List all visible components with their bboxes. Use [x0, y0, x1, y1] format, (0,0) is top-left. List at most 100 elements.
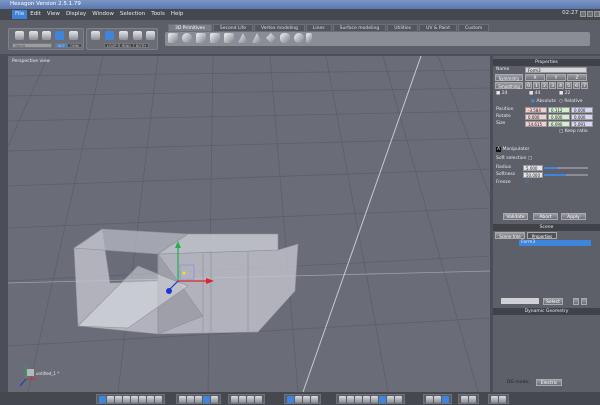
- smoothing-button[interactable]: Smoothing: [495, 82, 523, 89]
- symmetry-button[interactable]: Symmetry: [495, 74, 523, 81]
- soft-selection-checkbox[interactable]: Soft selection □: [496, 156, 532, 162]
- select-all-icon[interactable]: [146, 31, 155, 40]
- rotate-icon[interactable]: [303, 395, 310, 403]
- radius-slider[interactable]: [544, 167, 588, 169]
- universal-icon[interactable]: [311, 395, 318, 403]
- tag-icon[interactable]: [211, 395, 218, 403]
- geosphere-icon[interactable]: [294, 33, 304, 43]
- scene-search-input[interactable]: [501, 298, 539, 304]
- select-face-icon[interactable]: [119, 31, 128, 40]
- grid-plane-icon[interactable]: [210, 33, 220, 43]
- split-view-icon[interactable]: [115, 395, 122, 403]
- tab-vertex-modeling[interactable]: Vertex modeling: [254, 24, 305, 32]
- split-view-5-icon[interactable]: [147, 395, 154, 403]
- select-vertex-icon[interactable]: [91, 31, 100, 40]
- single-view-icon[interactable]: [99, 395, 106, 403]
- maximize-button[interactable]: [587, 11, 593, 17]
- tab-scene-tree[interactable]: Scene tree: [495, 232, 525, 239]
- perspective-viewport[interactable]: Perspective view untitled_1 *: [8, 56, 490, 392]
- size-x[interactable]: 14.615: [525, 121, 547, 127]
- universal-manipulator-icon[interactable]: [55, 31, 64, 40]
- smoothing-2[interactable]: 2: [541, 82, 548, 89]
- scene-option-2[interactable]: [581, 298, 587, 305]
- tab-surface-modeling[interactable]: Surface modeling: [332, 24, 387, 32]
- tube-icon[interactable]: [306, 33, 312, 43]
- position-y[interactable]: 0.112: [548, 107, 570, 113]
- dg-mode-dropdown[interactable]: Electric: [536, 379, 562, 386]
- softness-field[interactable]: 50.000: [523, 172, 543, 178]
- ambient-occlusion-icon[interactable]: [442, 395, 449, 403]
- tab-second-life[interactable]: Second Life: [212, 24, 254, 32]
- coord-dropdown[interactable]: World: [12, 43, 52, 48]
- shadow-icon[interactable]: [434, 395, 441, 403]
- close-button[interactable]: [594, 11, 600, 17]
- both-button[interactable]: BOTH: [133, 43, 149, 48]
- tab-lines[interactable]: Lines: [305, 24, 332, 32]
- menu-help[interactable]: Help: [168, 10, 187, 19]
- smoothing-1[interactable]: 1: [533, 82, 540, 89]
- radius-field[interactable]: 5.000: [523, 165, 543, 171]
- select-object-icon[interactable]: [133, 31, 142, 40]
- split-view-2-icon[interactable]: [123, 395, 130, 403]
- sphere-icon[interactable]: [182, 33, 192, 43]
- menu-file[interactable]: File: [12, 10, 28, 19]
- keep-ratio-checkbox[interactable]: □ Keep ratio: [559, 129, 588, 135]
- tab-3d-primitives[interactable]: 3D Primitives: [168, 24, 212, 32]
- rotate-y[interactable]: 0.000: [548, 114, 570, 120]
- ortho-icon[interactable]: [203, 395, 210, 403]
- tab-uv-paint[interactable]: UV & Paint: [419, 24, 458, 32]
- size-z[interactable]: 5.091: [571, 121, 593, 127]
- split-view-4-icon[interactable]: [139, 395, 146, 403]
- lock-icon[interactable]: [69, 31, 78, 40]
- render-icon[interactable]: [395, 395, 402, 403]
- split-view-6-icon[interactable]: [155, 395, 162, 403]
- freeze-checkbox[interactable]: ☑: [525, 180, 529, 186]
- shaded-wire-icon[interactable]: [371, 395, 378, 403]
- rotate-view-icon[interactable]: [239, 395, 246, 403]
- smoothing-6[interactable]: 6: [573, 82, 580, 89]
- screenshot-icon[interactable]: [499, 395, 506, 403]
- ring-button[interactable]: RING: [119, 43, 134, 48]
- minimize-button[interactable]: [580, 11, 586, 17]
- zoom-icon[interactable]: [247, 395, 254, 403]
- lasso-icon[interactable]: [29, 31, 38, 40]
- menu-window[interactable]: Window: [89, 10, 117, 19]
- position-x[interactable]: -3.584: [525, 107, 547, 113]
- texture-icon[interactable]: [469, 395, 476, 403]
- apply-button[interactable]: Apply: [561, 213, 586, 220]
- tab-scene-properties[interactable]: Properties: [527, 232, 557, 239]
- absolute-radio[interactable]: ● Absolute: [531, 99, 556, 105]
- scene-option-1[interactable]: [573, 298, 579, 305]
- loop-button[interactable]: LOOP: [104, 43, 120, 48]
- snap-icon[interactable]: [195, 395, 202, 403]
- move-icon[interactable]: [287, 395, 294, 403]
- scene-item-form3[interactable]: Form3: [519, 240, 591, 246]
- validate-button[interactable]: Validate: [503, 213, 528, 220]
- softness-slider[interactable]: [544, 174, 588, 176]
- flat-shading-icon[interactable]: [355, 395, 362, 403]
- smoothing-7[interactable]: 7: [581, 82, 588, 89]
- smooth-shading-icon[interactable]: [363, 395, 370, 403]
- smoothing-5[interactable]: 5: [565, 82, 572, 89]
- omni-button[interactable]: OMNI: [67, 43, 83, 48]
- xray-icon[interactable]: [379, 395, 386, 403]
- grid-icon[interactable]: [179, 395, 186, 403]
- menu-selection[interactable]: Selection: [117, 10, 148, 19]
- material-icon[interactable]: [461, 395, 468, 403]
- frame-icon[interactable]: [255, 395, 262, 403]
- tab-utilities[interactable]: Utilities: [387, 24, 419, 32]
- smoothing-4[interactable]: 4: [557, 82, 564, 89]
- menu-edit[interactable]: Edit: [27, 10, 44, 19]
- symmetry-z[interactable]: Z: [567, 74, 587, 81]
- camera-icon[interactable]: [187, 395, 194, 403]
- split-view-3-icon[interactable]: [131, 395, 138, 403]
- cube-icon[interactable]: [168, 33, 178, 43]
- name-field[interactable]: Form3: [525, 67, 587, 73]
- abort-button[interactable]: Abort: [533, 213, 558, 220]
- cylinder-icon[interactable]: [224, 33, 234, 43]
- rotate-z[interactable]: 0.000: [571, 114, 593, 120]
- smoothing-3[interactable]: 3: [549, 82, 556, 89]
- scale-icon[interactable]: [295, 395, 302, 403]
- rotate-x[interactable]: 0.000: [525, 114, 547, 120]
- light-icon[interactable]: [426, 395, 433, 403]
